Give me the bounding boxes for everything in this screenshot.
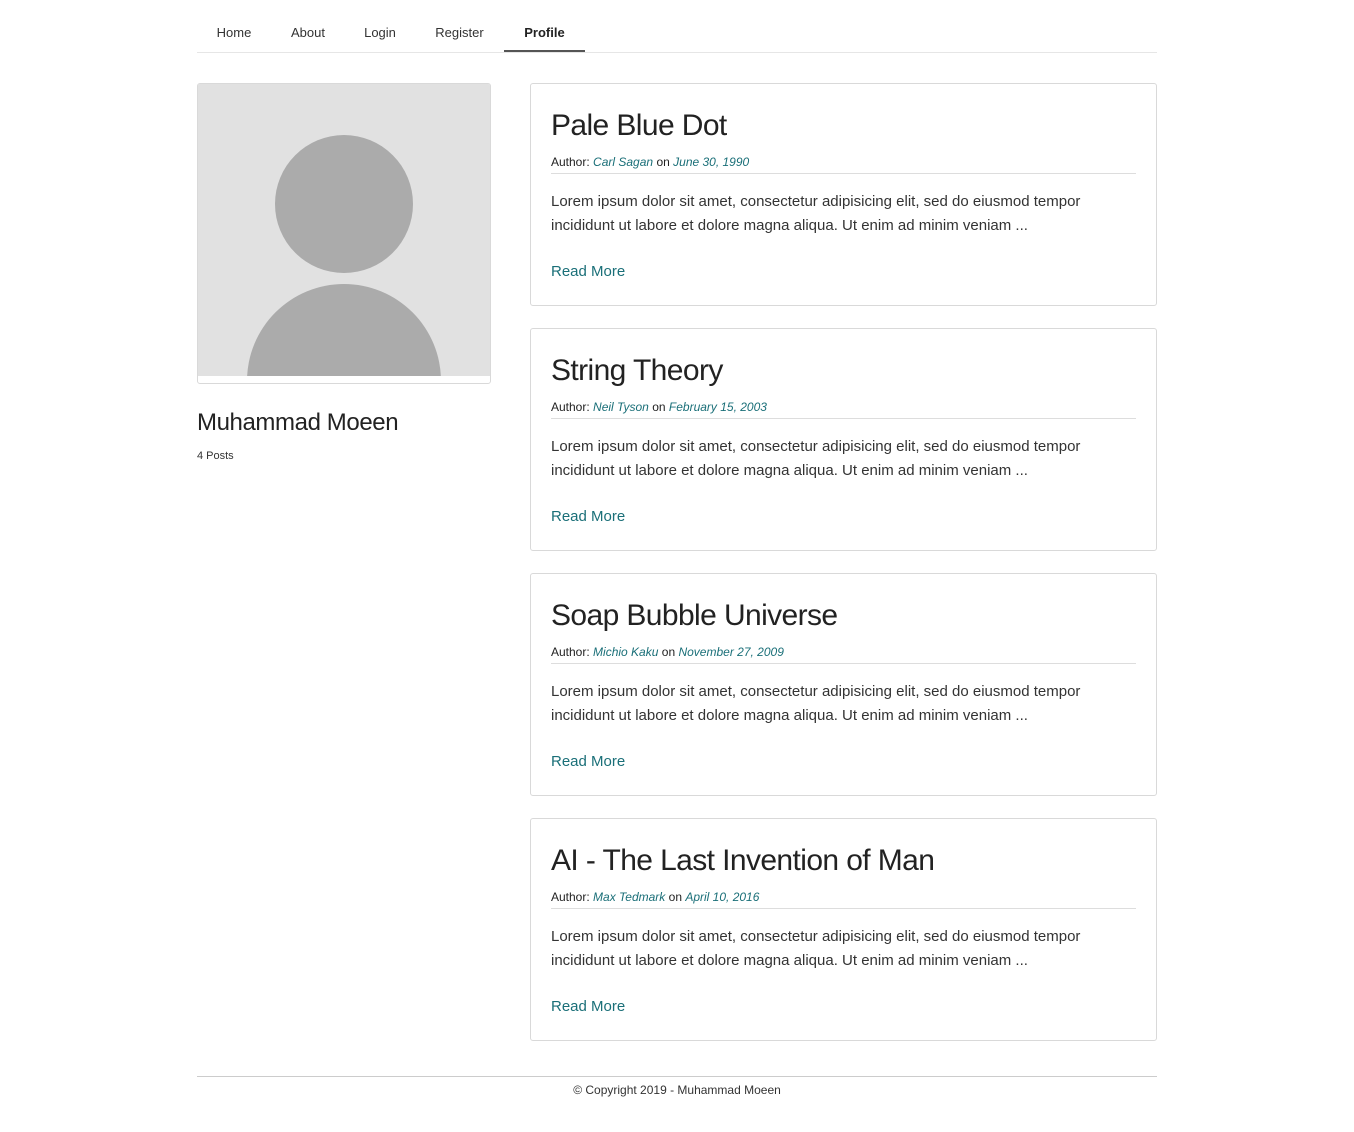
profile-sidebar: Muhammad Moeen 4 Posts (197, 83, 491, 462)
post-excerpt: Lorem ipsum dolor sit amet, consectetur … (551, 438, 1081, 479)
post-card: Pale Blue Dot Author: Carl Sagan on June… (530, 83, 1157, 306)
read-more-link[interactable]: Read More (551, 997, 625, 1017)
nav-item-login[interactable]: Login (345, 0, 415, 52)
date-link[interactable]: November 27, 2009 (678, 645, 783, 659)
post-card: AI - The Last Invention of Man Author: M… (530, 818, 1157, 1041)
date-link[interactable]: April 10, 2016 (685, 890, 759, 904)
copyright-text: © Copyright 2019 - Muhammad Moeen (573, 1083, 781, 1097)
page-container: Home About Login Register Profile Muhamm… (197, 0, 1157, 1097)
author-link[interactable]: Neil Tyson (593, 400, 649, 414)
post-meta: Author: Neil Tyson on February 15, 2003 (551, 399, 1136, 419)
post-title[interactable]: AI - The Last Invention of Man (551, 843, 935, 879)
author-link[interactable]: Michio Kaku (593, 645, 658, 659)
post-title[interactable]: Pale Blue Dot (551, 108, 727, 144)
nav-item-about[interactable]: About (271, 0, 345, 52)
read-more-link[interactable]: Read More (551, 507, 625, 527)
nav-item-register[interactable]: Register (415, 0, 504, 52)
read-more-link[interactable]: Read More (551, 262, 625, 282)
meta-on: on (652, 400, 666, 414)
author-prefix: Author: (551, 890, 590, 904)
avatar-body-shape (247, 284, 441, 376)
post-excerpt: Lorem ipsum dolor sit amet, consectetur … (551, 683, 1081, 724)
post-excerpt: Lorem ipsum dolor sit amet, consectetur … (551, 193, 1081, 234)
meta-on: on (668, 890, 682, 904)
date-link[interactable]: February 15, 2003 (669, 400, 767, 414)
author-link[interactable]: Carl Sagan (593, 155, 653, 169)
post-title[interactable]: Soap Bubble Universe (551, 598, 838, 634)
nav-item-home[interactable]: Home (197, 0, 271, 52)
meta-on: on (661, 645, 676, 659)
page-footer: © Copyright 2019 - Muhammad Moeen (197, 1076, 1157, 1097)
post-count: 4 Posts (197, 450, 234, 462)
post-card: Soap Bubble Universe Author: Michio Kaku… (530, 573, 1157, 796)
post-title[interactable]: String Theory (551, 353, 723, 389)
meta-on: on (656, 155, 670, 169)
post-card: String Theory Author: Neil Tyson on Febr… (530, 328, 1157, 551)
user-placeholder-icon (198, 84, 490, 376)
profile-name: Muhammad Moeen (197, 409, 399, 436)
post-excerpt: Lorem ipsum dolor sit amet, consectetur … (551, 928, 1081, 969)
post-meta: Author: Carl Sagan on June 30, 1990 (551, 154, 1136, 174)
author-prefix: Author: (551, 155, 590, 169)
post-meta: Author: Max Tedmark on April 10, 2016 (551, 889, 1136, 909)
read-more-link[interactable]: Read More (551, 752, 625, 772)
nav-item-profile[interactable]: Profile (504, 0, 585, 52)
post-meta: Author: Michio Kaku on November 27, 2009 (551, 644, 1136, 664)
avatar-head-shape (275, 135, 413, 273)
author-prefix: Author: (551, 400, 590, 414)
date-link[interactable]: June 30, 1990 (673, 155, 749, 169)
author-link[interactable]: Max Tedmark (593, 890, 665, 904)
post-list: Pale Blue Dot Author: Carl Sagan on June… (530, 83, 1157, 1063)
author-prefix: Author: (551, 645, 590, 659)
main-nav: Home About Login Register Profile (197, 0, 1157, 53)
avatar-card (197, 83, 491, 384)
